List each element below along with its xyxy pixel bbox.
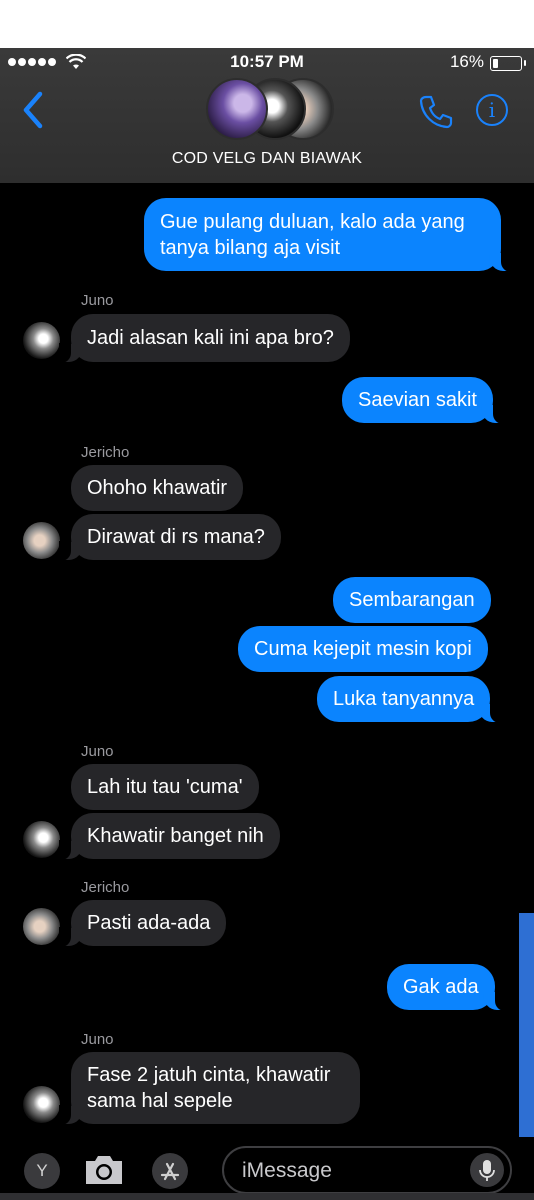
message-text: Fase 2 jatuh cinta, khawatir sama hal se… bbox=[87, 1064, 331, 1112]
message-bubble-outgoing[interactable]: Gue pulang duluan, kalo ada yang tanya b… bbox=[144, 198, 513, 272]
message-text: Dirawat di rs mana? bbox=[87, 526, 265, 548]
message-bubble-incoming[interactable]: Dirawat di rs mana? bbox=[59, 514, 281, 561]
message-input-bar: Y bbox=[0, 1140, 534, 1200]
group-name[interactable]: COD VELG DAN BIAWAK bbox=[0, 150, 534, 168]
avatar bbox=[206, 78, 268, 140]
message-bubble-incoming[interactable]: Lah itu tau 'cuma' bbox=[71, 764, 259, 810]
battery-icon bbox=[490, 56, 526, 71]
top-band bbox=[0, 0, 534, 48]
message-bubble-incoming[interactable]: Ohoho khawatir bbox=[71, 465, 244, 511]
message-bubble-outgoing[interactable]: Gak ada bbox=[387, 964, 507, 1011]
message-bubble-incoming[interactable]: Jadi alasan kali ini apa bro? bbox=[59, 314, 350, 363]
imessage-field[interactable] bbox=[222, 1146, 512, 1194]
avatar[interactable] bbox=[23, 821, 60, 858]
message-text: Saevian sakit bbox=[358, 389, 477, 411]
apps-button[interactable]: Y bbox=[24, 1153, 60, 1189]
app-store-button[interactable] bbox=[152, 1153, 188, 1189]
message-input[interactable] bbox=[240, 1156, 474, 1186]
avatar[interactable] bbox=[23, 908, 60, 945]
sender-name: Juno bbox=[81, 292, 114, 309]
sender-name: Jericho bbox=[81, 879, 130, 896]
microphone-icon bbox=[479, 1160, 495, 1181]
sender-name: Jericho bbox=[81, 444, 130, 461]
message-text: Khawatir banget nih bbox=[87, 825, 264, 847]
avatar[interactable] bbox=[23, 522, 60, 559]
avatar[interactable] bbox=[23, 1086, 60, 1123]
message-bubble-incoming[interactable]: Fase 2 jatuh cinta, khawatir sama hal se… bbox=[59, 1052, 360, 1125]
message-text: Sembarangan bbox=[349, 589, 475, 611]
scrollbar[interactable] bbox=[519, 913, 534, 1137]
message-bubble-outgoing[interactable]: Saevian sakit bbox=[342, 377, 505, 424]
message-text: Cuma kejepit mesin kopi bbox=[254, 638, 472, 660]
conversation-header: 10:57 PM 16% COD VELG DAN BIAWAK i bbox=[0, 48, 534, 183]
message-bubble-outgoing[interactable]: Cuma kejepit mesin kopi bbox=[238, 626, 488, 672]
battery-percentage: 16% bbox=[449, 52, 484, 71]
message-bubble-incoming[interactable]: Pasti ada-ada bbox=[58, 900, 227, 947]
app-store-icon bbox=[160, 1162, 180, 1181]
sender-name: Juno bbox=[81, 1031, 114, 1048]
camera-icon[interactable] bbox=[82, 1152, 126, 1188]
chevron-left-icon[interactable] bbox=[18, 90, 48, 130]
message-bubble-outgoing[interactable]: Sembarangan bbox=[333, 577, 491, 623]
avatar[interactable] bbox=[23, 322, 60, 359]
info-icon[interactable]: i bbox=[476, 94, 508, 126]
message-text: Gue pulang duluan, kalo ada yang tanya b… bbox=[160, 210, 465, 259]
group-avatars[interactable] bbox=[204, 76, 334, 140]
message-text: Gak ada bbox=[403, 976, 479, 998]
message-bubble-outgoing[interactable]: Luka tanyannya bbox=[317, 676, 503, 723]
status-bar: 10:57 PM 16% bbox=[0, 48, 534, 76]
message-text: Pasti ada-ada bbox=[87, 912, 211, 934]
phone-icon[interactable] bbox=[418, 94, 454, 130]
message-text: Jadi alasan kali ini apa bro? bbox=[87, 327, 334, 349]
message-bubble-incoming[interactable]: Khawatir banget nih bbox=[59, 813, 280, 860]
bottom-strip bbox=[0, 1193, 534, 1200]
sender-name: Juno bbox=[81, 743, 114, 760]
microphone-button[interactable] bbox=[470, 1153, 504, 1187]
message-text: Luka tanyannya bbox=[333, 688, 475, 710]
message-text: Ohoho khawatir bbox=[87, 477, 228, 499]
message-text: Lah itu tau 'cuma' bbox=[87, 776, 243, 798]
